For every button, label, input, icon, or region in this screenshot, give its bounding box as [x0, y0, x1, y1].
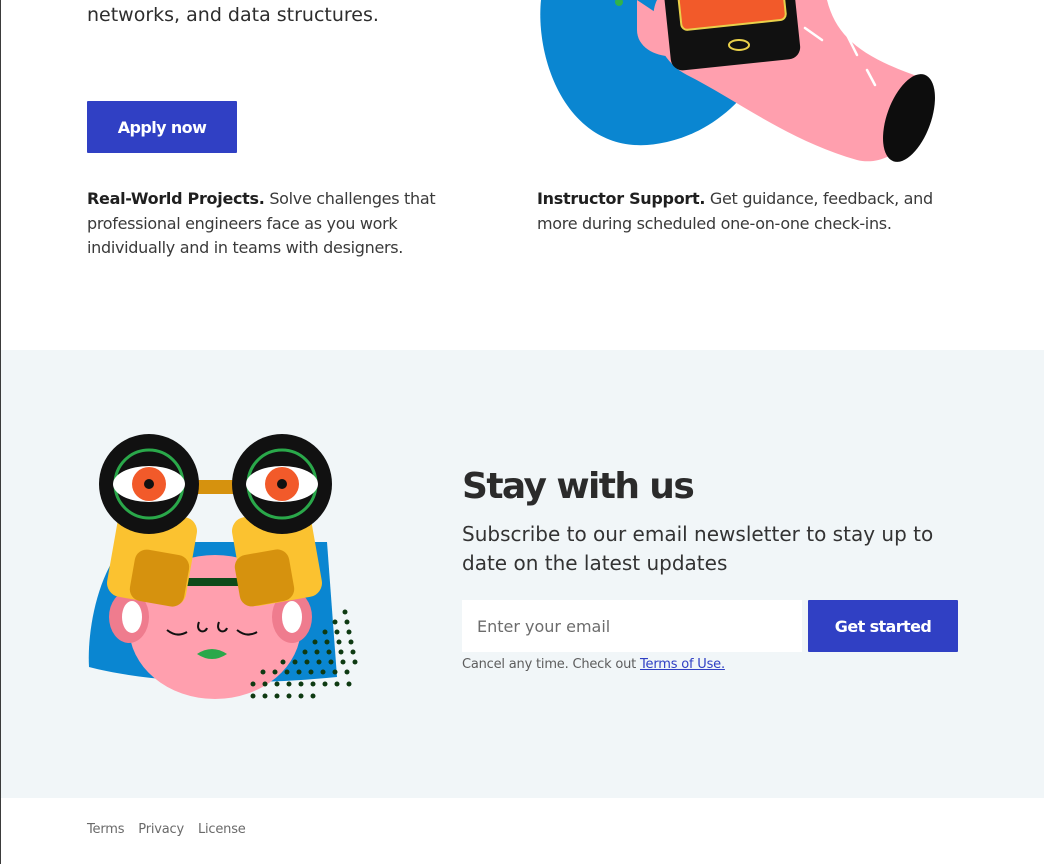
terms-of-use-link[interactable]: Terms of Use.: [640, 657, 725, 672]
feature-instructor-support: Instructor Support. Get guidance, feedba…: [537, 187, 967, 236]
footer-links: Terms Privacy License: [87, 822, 246, 837]
newsletter-section: Stay with us Subscribe to our email news…: [1, 350, 1044, 798]
hand-phone-illustration: [540, 0, 935, 162]
footer-link-terms[interactable]: Terms: [87, 822, 124, 837]
footer: Terms Privacy License: [1, 798, 1044, 864]
feature-title: Instructor Support.: [537, 189, 706, 208]
get-started-button[interactable]: Get started: [808, 600, 958, 652]
newsletter-fine-print: Cancel any time. Check out Terms of Use.: [462, 657, 725, 672]
feature-real-world-projects: Real-World Projects. Solve challenges th…: [87, 187, 487, 261]
features-section: networks, and data structures. Apply now…: [1, 0, 1044, 350]
footer-link-license[interactable]: License: [198, 822, 246, 837]
intro-text: networks, and data structures.: [87, 4, 379, 26]
email-input[interactable]: [462, 600, 802, 652]
binoculars-face-illustration: [88, 434, 358, 699]
newsletter-description: Subscribe to our email newsletter to sta…: [462, 522, 934, 575]
newsletter-title: Stay with us: [462, 466, 695, 507]
fine-print-text: Cancel any time. Check out: [462, 657, 640, 672]
apply-now-button[interactable]: Apply now: [87, 101, 237, 153]
footer-link-privacy[interactable]: Privacy: [138, 822, 184, 837]
feature-title: Real-World Projects.: [87, 189, 265, 208]
